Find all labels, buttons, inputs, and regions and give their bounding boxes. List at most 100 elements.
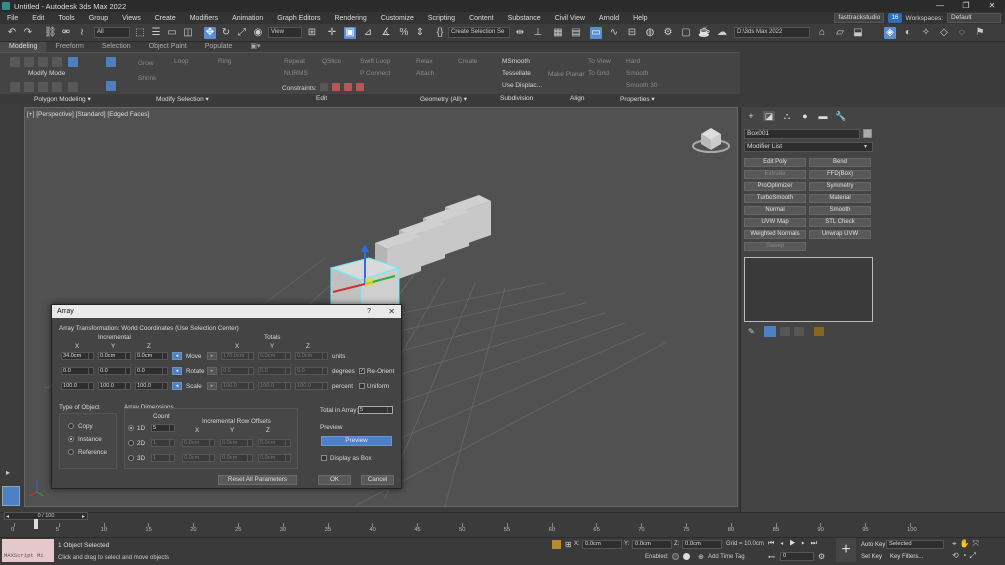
reorient-checkbox[interactable]: ✓: [359, 368, 365, 374]
asset-tracking-icon[interactable]: ⬓: [852, 27, 864, 39]
element-mode-icon[interactable]: [68, 57, 78, 67]
menu-content[interactable]: Content: [462, 15, 501, 22]
repeat-label[interactable]: Repeat: [284, 58, 305, 65]
swift-loop-label[interactable]: Swift Loop: [360, 58, 390, 65]
modifier-stack[interactable]: [744, 257, 873, 322]
dialog-close-icon[interactable]: ✕: [388, 305, 395, 318]
offset-3d-y[interactable]: 0.0cm: [220, 454, 253, 462]
reset-all-parameters-button[interactable]: Reset All Parameters: [218, 475, 297, 485]
menu-civil-view[interactable]: Civil View: [548, 15, 592, 22]
ring-label[interactable]: Ring: [218, 58, 231, 65]
help-icon[interactable]: ?: [367, 305, 371, 318]
menu-tools[interactable]: Tools: [51, 15, 81, 22]
redo-icon[interactable]: ↷: [22, 27, 34, 39]
tessellate-label[interactable]: Tessellate: [502, 70, 531, 77]
reference-coordinate-dropdown[interactable]: View: [268, 27, 302, 38]
selection-filter-dropdown[interactable]: All: [94, 27, 130, 38]
key-selection-dropdown[interactable]: Selected: [886, 540, 944, 549]
menu-rendering[interactable]: Rendering: [327, 15, 373, 22]
modifier-bend[interactable]: Bend: [809, 158, 871, 167]
mirror-icon[interactable]: ⇹: [514, 27, 526, 39]
chevron-down-icon[interactable]: ▾: [864, 143, 867, 150]
modify-tab-icon[interactable]: ◪: [763, 111, 775, 121]
constraint-edge-icon[interactable]: [332, 83, 340, 91]
time-slider-prev-icon[interactable]: ◂: [6, 513, 9, 520]
preserve-uvs-icon[interactable]: [10, 82, 20, 92]
create-tab-icon[interactable]: +: [745, 111, 757, 121]
menu-create[interactable]: Create: [148, 15, 183, 22]
uniform-checkbox[interactable]: [359, 383, 365, 389]
panel-edit[interactable]: Edit: [316, 95, 327, 102]
modifier-list-dropdown[interactable]: Modifier List: [744, 142, 873, 152]
render-online-icon[interactable]: ☁: [716, 27, 728, 39]
offset-2d-x[interactable]: 0.0cm: [182, 439, 215, 447]
time-slider[interactable]: 0 / 100: [4, 512, 88, 520]
layer-explorer-icon[interactable]: ▤: [570, 27, 582, 39]
to-view-label[interactable]: To View: [588, 58, 611, 65]
display-tab-icon[interactable]: ▬: [817, 111, 829, 121]
vertex-mode-icon[interactable]: [10, 57, 20, 67]
user-account[interactable]: fasttrackstudio: [834, 13, 885, 23]
time-tag-icon[interactable]: ⊕: [698, 553, 704, 561]
edit-named-selection-icon[interactable]: {}: [434, 27, 446, 39]
menu-modifiers[interactable]: Modifiers: [183, 15, 225, 22]
hierarchy-tab-icon[interactable]: ⛬: [781, 111, 793, 121]
count-3d[interactable]: 1: [151, 454, 175, 462]
offset-3d-x[interactable]: 0.0cm: [182, 454, 215, 462]
key-filters-button[interactable]: Key Filters...: [890, 554, 923, 560]
time-config-icon[interactable]: ⚙: [818, 552, 825, 561]
scale-inc-y[interactable]: 100.0: [98, 382, 131, 390]
rotate-tot-z[interactable]: 0.0: [295, 367, 328, 375]
hard-label[interactable]: Hard: [626, 58, 640, 65]
panel-subdivision[interactable]: Subdivision: [500, 95, 533, 102]
arnold-ipr-icon[interactable]: ◌: [956, 27, 968, 39]
selection-by-vertices-icon[interactable]: [106, 81, 116, 91]
viewcube-icon[interactable]: [692, 128, 730, 153]
z-coordinate-field[interactable]: 0.0cm: [682, 540, 722, 549]
render-setup-icon[interactable]: ⚙: [662, 27, 674, 39]
scale-inc-x[interactable]: 100.0: [61, 382, 94, 390]
attach-label[interactable]: Attach: [416, 70, 434, 77]
schematic-view-icon[interactable]: ⊟: [626, 27, 638, 39]
total-in-array-field[interactable]: 5: [358, 406, 393, 414]
ignore-backfacing-icon[interactable]: [52, 82, 62, 92]
select-and-rotate-icon[interactable]: ↻: [220, 27, 232, 39]
radio-instance[interactable]: [68, 436, 74, 442]
scale-inc-z[interactable]: 100.0: [135, 382, 168, 390]
scale-right-arrow-icon[interactable]: ▸: [207, 382, 217, 390]
expand-arrow-icon[interactable]: ▸: [6, 468, 10, 477]
spinner-snap-icon[interactable]: ⇕: [414, 27, 426, 39]
menu-group[interactable]: Group: [82, 15, 115, 22]
menu-help[interactable]: Help: [626, 15, 654, 22]
ribbon-toggle-icon[interactable]: ▭: [590, 27, 602, 39]
tab-object-paint[interactable]: Object Paint: [140, 42, 196, 52]
modifier-normal[interactable]: Normal: [744, 206, 806, 215]
playback-controls[interactable]: ⏮ ◂ ▶ ▸ ⏭: [768, 540, 819, 548]
enabled-toggle-icon[interactable]: [683, 553, 690, 560]
shrink-label[interactable]: Shrink: [138, 75, 156, 82]
select-by-name-icon[interactable]: ☰: [150, 27, 162, 39]
undo-icon[interactable]: ↶: [6, 27, 18, 39]
arnold-settings-icon[interactable]: ⚑: [974, 27, 986, 39]
select-and-scale-icon[interactable]: ⤢: [236, 27, 248, 39]
menu-arnold[interactable]: Arnold: [592, 15, 626, 22]
menu-customize[interactable]: Customize: [374, 15, 421, 22]
viewport-nav-controls-2[interactable]: ⟲◔⤢: [952, 551, 979, 561]
pin-stack-icon[interactable]: ✎: [748, 327, 755, 336]
keyboard-shortcut-override-icon[interactable]: ▣: [344, 27, 356, 39]
modify-mode-label[interactable]: Modify Mode: [28, 70, 65, 77]
move-left-arrow-icon[interactable]: ◂: [172, 352, 182, 360]
move-tot-y[interactable]: 0.0cm: [258, 352, 291, 360]
display-as-box-checkbox[interactable]: [321, 455, 327, 461]
modifier-weighted-normals[interactable]: Weighted Normals: [744, 230, 806, 239]
show-end-result-toggle-icon[interactable]: [764, 326, 776, 337]
utilities-tab-icon[interactable]: 🔧: [835, 111, 847, 121]
radio-2d[interactable]: [128, 440, 134, 446]
qslice-label[interactable]: QSlice: [322, 58, 341, 65]
menu-animation[interactable]: Animation: [225, 15, 270, 22]
rotate-inc-x[interactable]: 0.0: [61, 367, 94, 375]
select-object-icon[interactable]: ⬚: [134, 27, 146, 39]
current-frame-field[interactable]: 0: [780, 552, 814, 561]
scale-tot-z[interactable]: 100.0: [295, 382, 328, 390]
panel-align[interactable]: Align: [570, 95, 584, 102]
